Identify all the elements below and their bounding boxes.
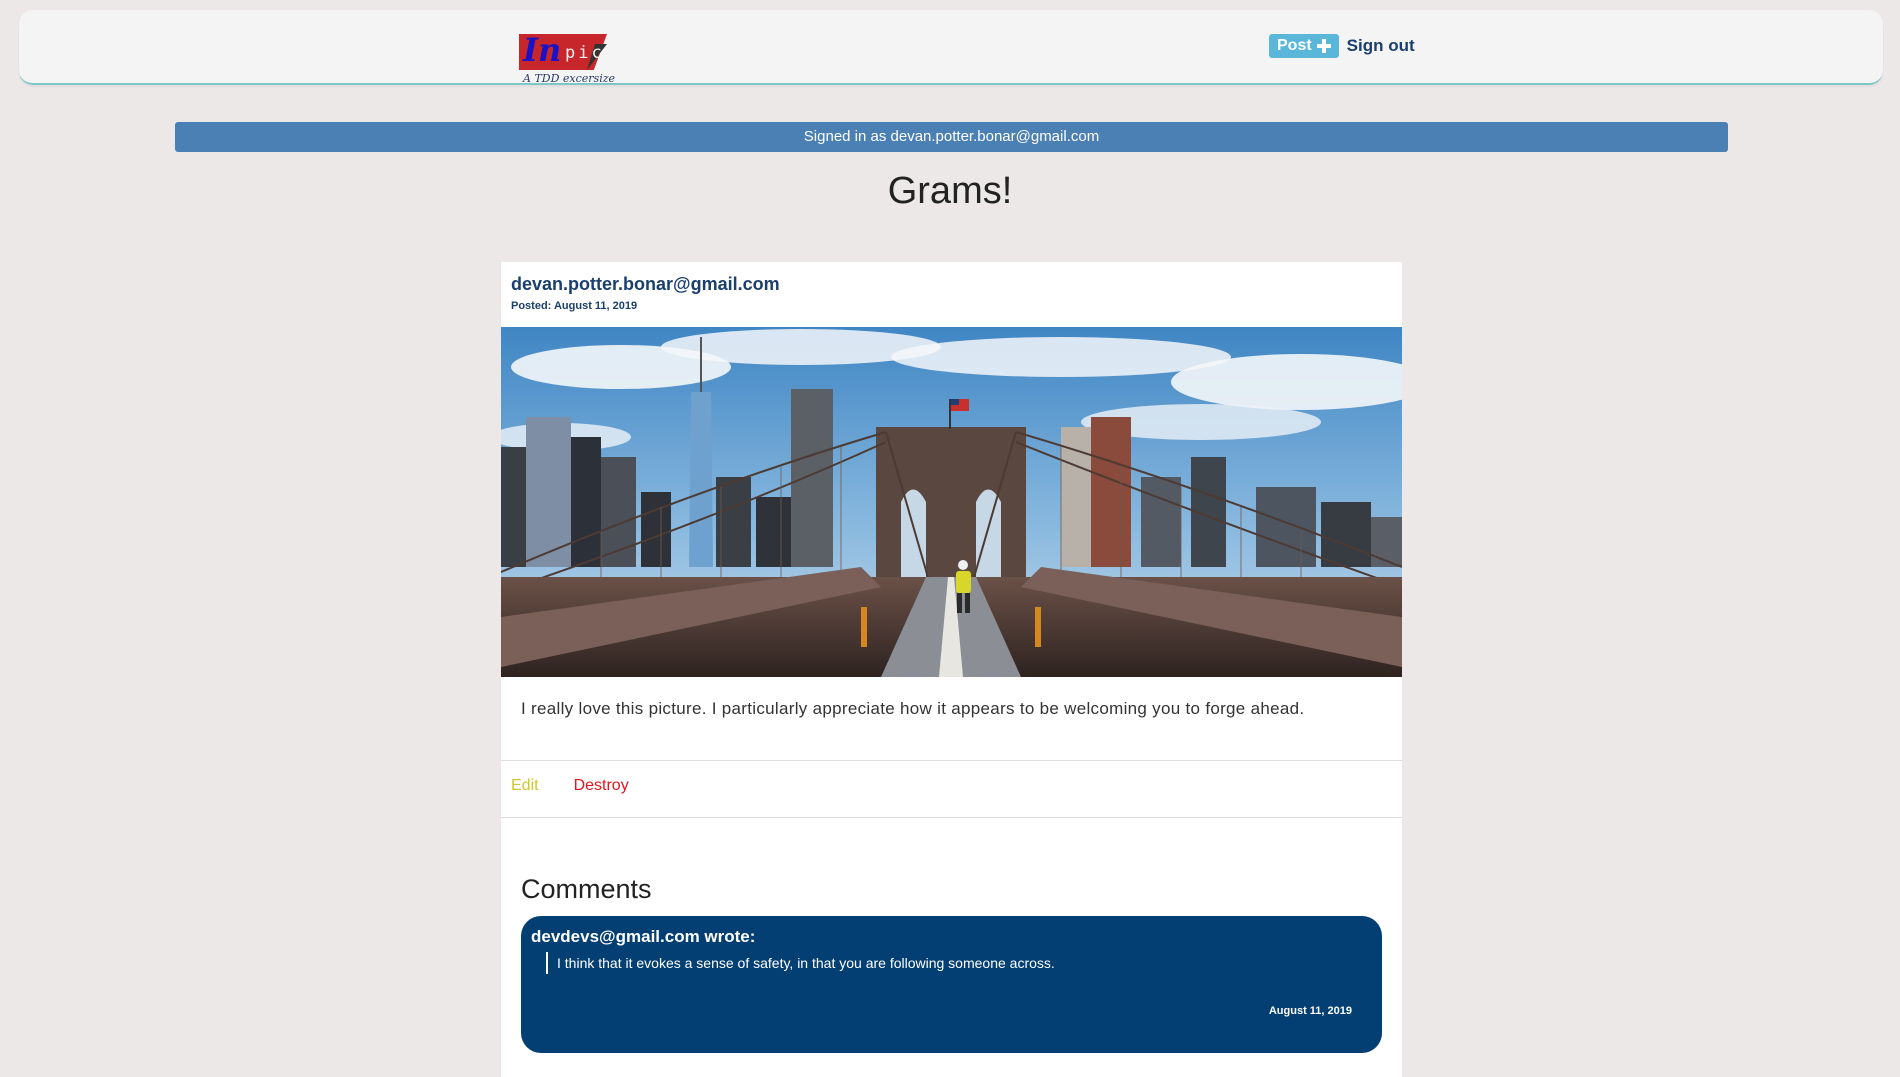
- comment-date: August 11, 2019: [1268, 1005, 1352, 1017]
- edit-link[interactable]: Edit: [511, 777, 539, 795]
- comment: devdevs@gmail.com wrote: I think that it…: [521, 916, 1382, 1053]
- new-post-label: Post: [1277, 37, 1312, 54]
- post-actions: Edit Destroy: [511, 777, 629, 795]
- new-post-button[interactable]: Post: [1269, 34, 1339, 58]
- sign-out-link[interactable]: Sign out: [1347, 36, 1415, 56]
- logo-tagline: A TDD excersize: [523, 72, 616, 85]
- nav-actions: Post Sign out: [1269, 34, 1415, 58]
- logo-in-text: In: [523, 31, 562, 69]
- page-title: Grams!: [887, 170, 1013, 212]
- comment-body: I think that it evokes a sense of safety…: [546, 952, 1055, 974]
- divider: [501, 760, 1402, 761]
- logo-pic-text: pic: [565, 43, 605, 63]
- post-image: [501, 327, 1402, 677]
- destroy-link[interactable]: Destroy: [574, 777, 629, 795]
- post-card: devan.potter.bonar@gmail.com Posted: Aug…: [501, 262, 1402, 1077]
- logo[interactable]: In pic A TDD excersize: [499, 24, 629, 85]
- plus-icon: [1316, 39, 1331, 53]
- navbar: In pic A TDD excersize Post Sign out: [19, 10, 1883, 85]
- post-caption: I really love this picture. I particular…: [521, 699, 1305, 718]
- signed-in-alert: Signed in as devan.potter.bonar@gmail.co…: [175, 122, 1728, 152]
- post-date: Posted: August 11, 2019: [511, 300, 638, 312]
- comments-heading: Comments: [521, 874, 652, 904]
- comment-author: devdevs@gmail.com wrote:: [531, 927, 756, 946]
- divider: [501, 817, 1402, 818]
- post-author: devan.potter.bonar@gmail.com: [511, 274, 780, 294]
